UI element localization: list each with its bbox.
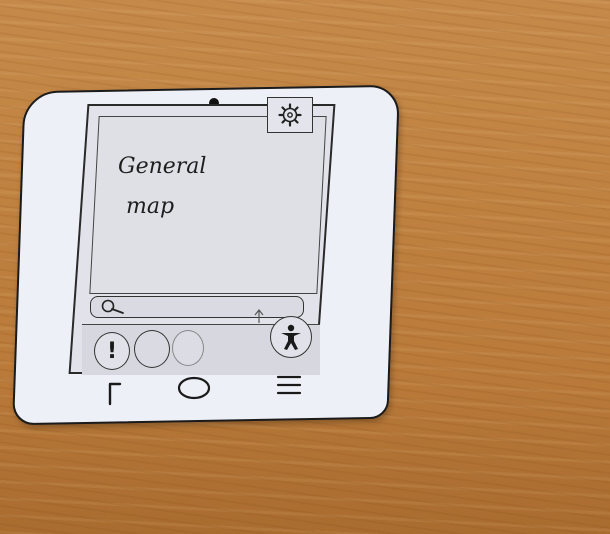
search-icon [101,299,124,314]
map-title-line1: General [118,154,207,179]
alert-icon: ! [106,338,118,364]
map-title-line2: map [126,194,175,219]
placeholder-button-2[interactable] [172,330,204,366]
placeholder-button-1[interactable] [134,330,170,368]
alert-button[interactable]: ! [94,332,130,370]
search-bar[interactable] [90,296,304,318]
gear-icon [278,103,302,127]
settings-button[interactable] [267,97,313,133]
menu-icon[interactable] [274,372,304,398]
arrow-up-icon [254,309,264,323]
home-icon[interactable] [174,374,214,402]
general-map-area[interactable] [89,116,327,294]
accessibility-button[interactable] [270,316,312,358]
accessibility-icon [281,324,301,350]
back-icon[interactable] [102,378,126,408]
